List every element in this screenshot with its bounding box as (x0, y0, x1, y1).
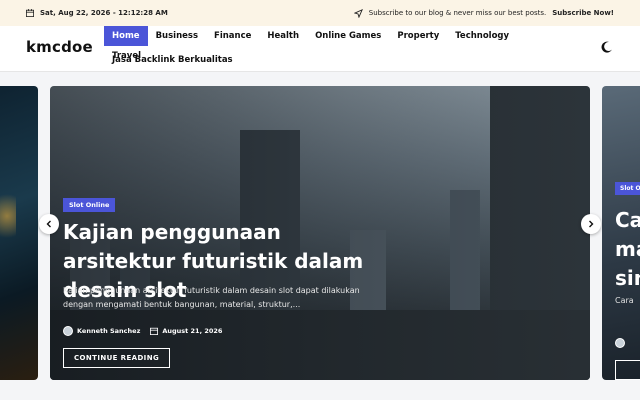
slide-image-glow (0, 186, 16, 246)
calendar-icon (26, 9, 34, 17)
next-title-line: ma (615, 237, 640, 261)
previous-slide[interactable] (0, 86, 38, 380)
author-avatar (63, 326, 73, 336)
chevron-right-icon (589, 220, 594, 228)
next-title-line: sin (615, 266, 640, 290)
nav-property[interactable]: Property (389, 26, 447, 46)
nav-online-games[interactable]: Online Games (307, 26, 389, 46)
next-post-excerpt: Cara (615, 296, 634, 305)
site-logo[interactable]: kmcdoe (26, 38, 93, 56)
chevron-left-icon (46, 220, 51, 228)
nav-business[interactable]: Business (148, 26, 206, 46)
next-author-avatar (615, 338, 625, 348)
nav-technology[interactable]: Technology (447, 26, 517, 46)
date-meta: August 21, 2026 (150, 327, 222, 335)
current-slide: Slot Online Kajian penggunaan arsitektur… (50, 86, 590, 380)
calendar-icon (150, 327, 159, 335)
category-badge[interactable]: Slot Online (63, 198, 116, 212)
site-header: kmcdoe Home Business Finance Health Onli… (0, 26, 640, 72)
post-meta: Kenneth Sanchez August 21, 2026 (63, 326, 222, 336)
author-name[interactable]: Kenneth Sanchez (77, 327, 140, 335)
slider-next-button[interactable] (581, 214, 601, 234)
next-title-line: Ca (615, 208, 640, 232)
nav-jasa-backlink[interactable]: Jasa Backlink Berkualitas (104, 50, 241, 70)
slider-prev-button[interactable] (39, 214, 59, 234)
nav-health[interactable]: Health (259, 26, 307, 46)
next-continue-button[interactable] (615, 360, 640, 380)
date-display: Sat, Aug 22, 2026 - 12:12:28 AM (26, 9, 168, 17)
author-meta[interactable]: Kenneth Sanchez (63, 326, 140, 336)
send-icon (353, 8, 363, 18)
subscribe-promo: Subscribe to our blog & never miss our b… (353, 8, 614, 18)
promo-text: Subscribe to our blog & never miss our b… (368, 9, 547, 17)
next-category-badge[interactable]: Slot O (615, 182, 640, 195)
dark-mode-toggle-icon[interactable] (600, 40, 614, 54)
top-bar: Sat, Aug 22, 2026 - 12:12:28 AM Subscrib… (0, 0, 640, 26)
nav-home[interactable]: Home (104, 26, 148, 46)
next-slide[interactable]: Slot O Ca ma sin Cara (602, 86, 640, 380)
next-post-title[interactable]: Ca ma sin (615, 206, 640, 293)
nav-finance[interactable]: Finance (206, 26, 259, 46)
post-date: August 21, 2026 (162, 327, 223, 335)
continue-reading-button[interactable]: CONTINUE READING (63, 348, 171, 368)
featured-slider: Slot Online Kajian penggunaan arsitektur… (0, 72, 640, 400)
post-excerpt: Kajian penggunaan arsitektur futuristik … (63, 286, 360, 309)
subscribe-now-link[interactable]: Subscribe Now! (552, 9, 614, 17)
date-text: Sat, Aug 22, 2026 - 12:12:28 AM (40, 9, 168, 17)
